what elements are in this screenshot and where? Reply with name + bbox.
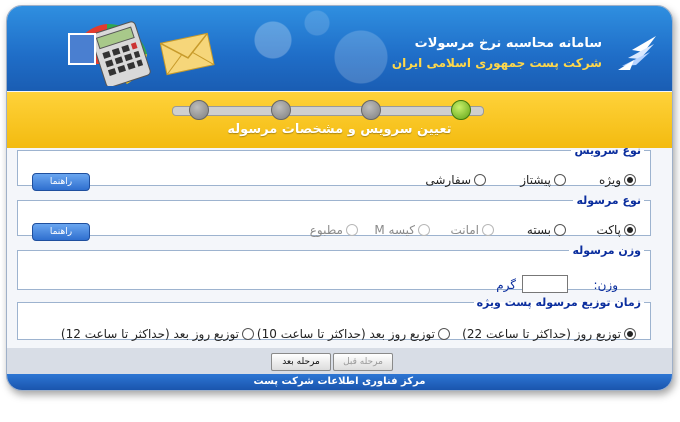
step-3-dot (361, 100, 381, 120)
parcel-option-amanat: امانت (450, 223, 494, 237)
parcel-option-kiseh-m: کیسه M (374, 223, 430, 237)
delivery-option-same-day[interactable]: توزیع روز (حداکثر تا ساعت 22) (462, 327, 636, 341)
step-progress-bar: تعیین سرویس و مشخصات مرسوله (7, 92, 672, 148)
app-window: سامانه محاسبه نرخ مرسولات شرکت پست جمهور… (6, 5, 673, 391)
footer: مرکز فناوری اطلاعات شرکت پست (7, 374, 672, 390)
parcel-option-basteh[interactable]: بسته (527, 223, 566, 237)
radio-icon[interactable] (438, 328, 450, 340)
app-title: سامانه محاسبه نرخ مرسولات (414, 36, 602, 51)
step-2-dot (271, 100, 291, 120)
radio-icon[interactable] (554, 224, 566, 236)
service-type-legend: نوع سرویس (574, 144, 641, 157)
service-option-vizheh[interactable]: ویژه (599, 173, 636, 187)
header-decoration (207, 6, 427, 91)
parcel-type-fieldset: نوع مرسوله راهنما پاکت بسته امانت کیسه M… (17, 194, 651, 241)
delivery-time-fieldset: زمان توزیع مرسوله پست ویژه توزیع روز (حد… (17, 296, 651, 341)
weight-fieldset: وزن مرسوله وزن: گرم (17, 244, 651, 293)
prev-step-button[interactable]: مرحله قبل (333, 353, 393, 371)
app-subtitle: شرکت پست جمهوری اسلامی ایران (391, 56, 602, 70)
radio-icon[interactable] (624, 224, 636, 236)
parcel-help-button[interactable]: راهنما (32, 223, 90, 241)
envelope-icon (159, 32, 215, 76)
step-title: تعیین سرویس و مشخصات مرسوله (227, 122, 452, 137)
weight-input[interactable] (522, 275, 568, 293)
radio-icon[interactable] (242, 328, 254, 340)
service-type-fieldset: نوع سرویس راهنما ویژه پیشتاز سفارشی (17, 144, 651, 191)
weight-unit-label: گرم (496, 278, 516, 292)
parcel-option-matbou: مطبوع (310, 223, 358, 237)
step-track (172, 106, 484, 116)
nav-bar: مرحله قبل مرحله بعد (7, 348, 672, 374)
header-banner: سامانه محاسبه نرخ مرسولات شرکت پست جمهور… (7, 6, 672, 91)
weight-legend: وزن مرسوله (572, 244, 641, 257)
next-step-button[interactable]: مرحله بعد (271, 353, 331, 371)
delivery-option-next-day-10[interactable]: توزیع روز بعد (حداکثر تا ساعت 10) (257, 327, 450, 341)
step-4-dot-active (451, 100, 471, 120)
service-option-pishtaz[interactable]: پیشتاز (520, 173, 566, 187)
delivery-option-next-day-12[interactable]: توزیع روز بعد (حداکثر تا ساعت 12) (61, 327, 254, 341)
radio-icon[interactable] (474, 174, 486, 186)
service-help-button[interactable]: راهنما (32, 173, 90, 191)
radio-icon[interactable] (624, 328, 636, 340)
delivery-time-legend: زمان توزیع مرسوله پست ویژه (476, 296, 641, 309)
service-option-sefareshi[interactable]: سفارشی (425, 173, 486, 187)
post-bird-logo-icon (618, 36, 656, 70)
radio-icon[interactable] (624, 174, 636, 186)
radio-icon (346, 224, 358, 236)
radio-icon[interactable] (554, 174, 566, 186)
radio-icon (418, 224, 430, 236)
step-1-dot (189, 100, 209, 120)
parcel-type-legend: نوع مرسوله (576, 194, 641, 207)
weight-label: وزن: (593, 278, 618, 292)
parcel-option-paket[interactable]: پاکت (597, 223, 636, 237)
radio-icon (482, 224, 494, 236)
